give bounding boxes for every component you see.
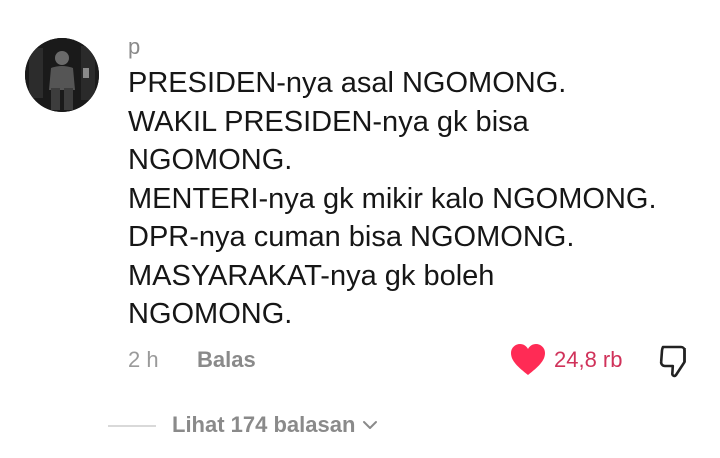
like-button[interactable]: 24,8 rb: [510, 342, 623, 378]
heart-icon: [511, 344, 545, 375]
comment-line: DPR-nya cuman bisa NGOMONG.: [128, 221, 575, 253]
comment-username[interactable]: p: [128, 34, 140, 60]
comment-line: NGOMONG.: [128, 298, 293, 330]
comment-line: MASYARAKAT-nya gk boleh: [128, 259, 495, 292]
reply-button[interactable]: Balas: [197, 346, 256, 374]
dislike-button[interactable]: [656, 343, 692, 379]
comment-line: WAKIL PRESIDEN-nya gk bisa: [128, 105, 529, 138]
avatar[interactable]: [25, 38, 99, 112]
view-replies-label: Lihat 174 balasan: [172, 412, 356, 437]
chevron-down-icon: [363, 421, 378, 429]
avatar-image: [25, 38, 99, 112]
view-replies-button[interactable]: Lihat 174 balasan: [172, 411, 379, 439]
comment-line: PRESIDEN-nya asal NGOMONG.: [128, 67, 567, 99]
replies-divider: [108, 425, 156, 427]
thumbs-down-icon: [659, 345, 686, 378]
comment-timestamp: 2 h: [128, 347, 159, 372]
like-count: 24,8 rb: [554, 347, 623, 372]
comment-text: PRESIDEN-nya asal NGOMONG. WAKIL PRESIDE…: [128, 64, 708, 334]
comment-line: NGOMONG.: [128, 144, 293, 176]
comment-line: MENTERI-nya gk mikir kalo NGOMONG.: [128, 182, 657, 215]
